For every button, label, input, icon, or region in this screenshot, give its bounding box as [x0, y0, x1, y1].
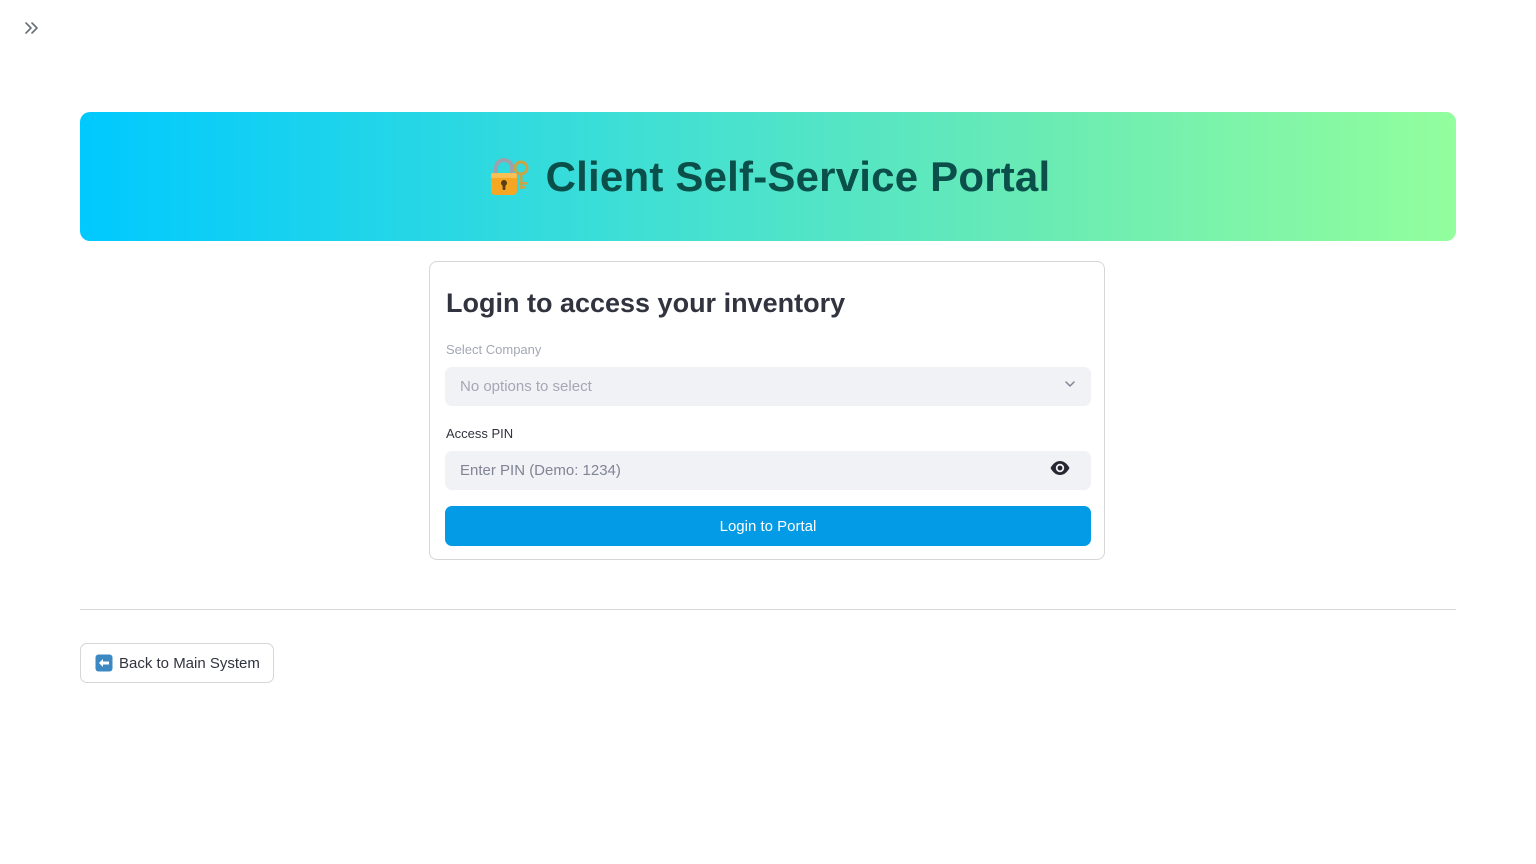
company-select-placeholder: No options to select: [460, 378, 592, 395]
eye-icon: [1049, 457, 1071, 484]
pin-field: [445, 451, 1091, 490]
left-arrow-icon: [95, 654, 113, 672]
back-button-label: Back to Main System: [119, 654, 260, 672]
header-banner: Client Self-Service Portal: [80, 112, 1456, 241]
login-button[interactable]: Login to Portal: [445, 506, 1091, 546]
sidebar-expand-button[interactable]: [20, 18, 44, 42]
back-to-main-button[interactable]: Back to Main System: [80, 643, 274, 683]
double-chevron-right-icon: [23, 19, 41, 42]
login-card: Login to access your inventory Select Co…: [429, 261, 1105, 560]
show-password-button[interactable]: [1049, 460, 1071, 482]
chevron-down-icon: [1063, 377, 1077, 396]
page-title: Client Self-Service Portal: [486, 153, 1051, 201]
company-label: Select Company: [446, 342, 542, 357]
pin-input[interactable]: [458, 461, 1049, 480]
pin-label: Access PIN: [446, 426, 514, 441]
divider: [80, 609, 1456, 610]
login-heading: Login to access your inventory: [446, 288, 846, 318]
locked-with-key-icon: [486, 154, 532, 200]
page-title-text: Client Self-Service Portal: [545, 152, 1051, 200]
company-select[interactable]: No options to select: [445, 367, 1091, 406]
